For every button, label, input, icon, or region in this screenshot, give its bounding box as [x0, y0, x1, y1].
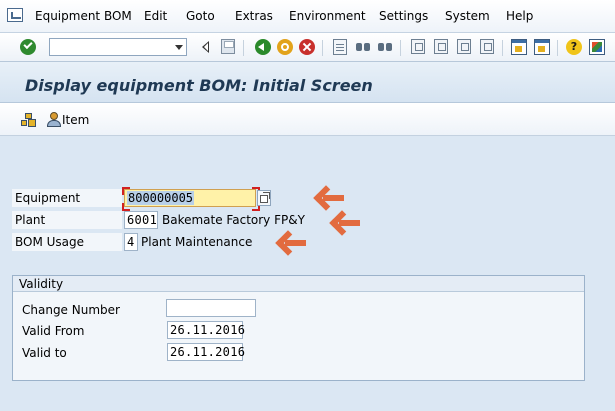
- next-page-icon[interactable]: [457, 39, 471, 54]
- valid-to-input[interactable]: 26.11.2016: [167, 343, 245, 361]
- equipment-value: 800000005: [127, 191, 195, 205]
- sap-menu-icon[interactable]: [7, 8, 23, 22]
- plant-description: Bakemate Factory FP&Y: [162, 213, 305, 227]
- plant-label: Plant: [12, 211, 122, 229]
- item-icon: [46, 112, 61, 127]
- menu-environment[interactable]: Environment: [289, 9, 366, 23]
- help-icon[interactable]: ?: [566, 39, 582, 55]
- equipment-label: Equipment: [12, 189, 122, 207]
- application-toolbar: Item: [0, 103, 615, 136]
- menu-extras[interactable]: Extras: [235, 9, 273, 23]
- main-area: Equipment 800000005 Plant 6001 Bakemate …: [0, 136, 615, 411]
- first-page-icon[interactable]: [411, 39, 425, 54]
- toolbar-separator: [243, 40, 244, 56]
- annotation-arrow-icon: [275, 233, 306, 253]
- valid-to-label: Valid to: [19, 344, 164, 362]
- find-next-icon[interactable]: [377, 39, 393, 53]
- menu-equipment-bom[interactable]: Equipment BOM: [35, 9, 132, 23]
- toolbar-separator: [400, 40, 401, 56]
- menu-settings[interactable]: Settings: [379, 9, 428, 23]
- back-icon[interactable]: [255, 39, 271, 55]
- menu-goto[interactable]: Goto: [186, 9, 215, 23]
- toolbar-separator: [557, 40, 558, 56]
- previous-page-icon[interactable]: [434, 39, 448, 54]
- annotation-arrow-icon: [313, 188, 344, 208]
- exit-icon[interactable]: [277, 39, 293, 55]
- menu-bar: Equipment BOM Edit Goto Extras Environme…: [0, 0, 615, 33]
- layout-icon[interactable]: [589, 39, 605, 55]
- menu-system[interactable]: System: [445, 9, 490, 23]
- toolbar-separator: [322, 40, 323, 56]
- valid-from-label: Valid From: [19, 322, 164, 340]
- menu-edit[interactable]: Edit: [144, 9, 167, 23]
- new-session-icon[interactable]: [511, 39, 527, 55]
- item-button[interactable]: Item: [46, 112, 89, 128]
- equipment-input[interactable]: 800000005: [124, 189, 256, 207]
- enter-icon[interactable]: [20, 39, 36, 55]
- last-page-icon[interactable]: [480, 39, 494, 54]
- change-number-input[interactable]: [166, 299, 256, 317]
- change-number-label: Change Number: [19, 301, 164, 319]
- bom-usage-label: BOM Usage: [12, 233, 122, 251]
- validity-title: Validity: [13, 276, 584, 292]
- value-help-icon[interactable]: [257, 190, 271, 206]
- bom-usage-input[interactable]: 4: [124, 233, 138, 251]
- save-icon[interactable]: [221, 39, 235, 54]
- toolbar-separator: [502, 40, 503, 56]
- print-icon[interactable]: [333, 39, 347, 55]
- focus-corner: [122, 203, 130, 211]
- cancel-icon[interactable]: [299, 39, 315, 55]
- item-button-label: Item: [62, 113, 90, 127]
- plant-input[interactable]: 6001: [124, 211, 158, 229]
- chevron-down-icon[interactable]: [175, 45, 183, 50]
- annotation-arrow-icon: [329, 213, 360, 233]
- menu-help[interactable]: Help: [506, 9, 533, 23]
- focus-corner: [122, 187, 130, 195]
- title-bar: Display equipment BOM: Initial Screen: [0, 62, 615, 103]
- valid-from-input[interactable]: 26.11.2016: [167, 321, 245, 339]
- bom-usage-description: Plant Maintenance: [141, 235, 253, 249]
- command-field[interactable]: [49, 38, 187, 56]
- page-title: Display equipment BOM: Initial Screen: [25, 76, 373, 95]
- hierarchy-icon[interactable]: [21, 113, 35, 126]
- find-icon[interactable]: [355, 39, 371, 53]
- back-arrow-icon[interactable]: [202, 39, 210, 55]
- validity-group: Validity Change Number Valid From 26.11.…: [12, 275, 585, 381]
- shortcut-icon[interactable]: [534, 39, 550, 55]
